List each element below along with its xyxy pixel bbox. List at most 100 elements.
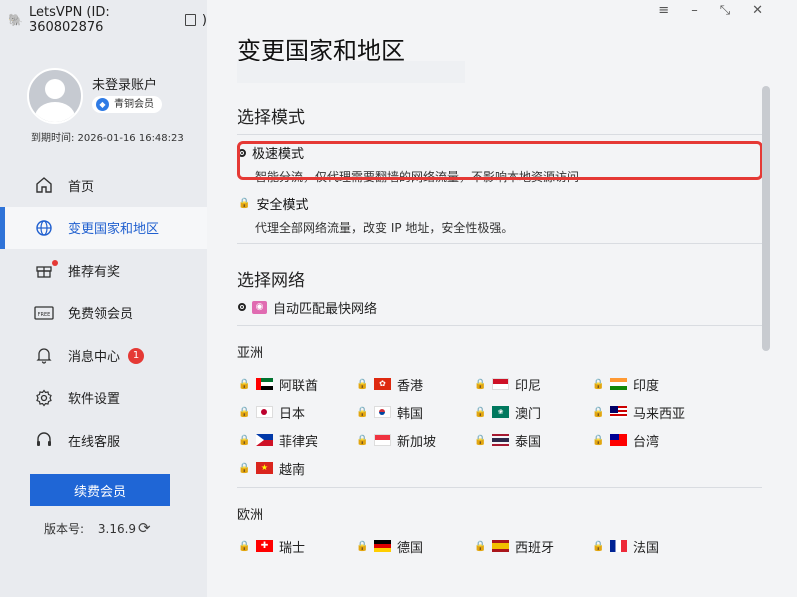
country-jp[interactable]: 🔒 日本 <box>238 402 305 422</box>
country-id[interactable]: 🔒 印尼 <box>474 374 541 394</box>
sidebar-item-referral[interactable]: 推荐有奖 <box>0 249 207 292</box>
country-th[interactable]: 🔒 泰国 <box>474 430 541 450</box>
country-ae[interactable]: 🔒 阿联酋 <box>238 374 318 394</box>
renew-membership-button[interactable]: 续费会员 <box>30 474 170 506</box>
divider <box>237 487 762 488</box>
sidebar-item-label: 推荐有奖 <box>68 264 121 280</box>
lock-icon: 🔒 <box>356 540 369 552</box>
sidebar-item-label: 免费领会员 <box>68 307 134 323</box>
country-name: 越南 <box>279 462 306 478</box>
app-title: LetsVPN (ID: 360802876 <box>28 5 110 35</box>
gear-icon <box>34 388 54 408</box>
country-tw[interactable]: 🔒 台湾 <box>592 430 659 450</box>
country-name: 阿联酋 <box>279 378 319 394</box>
lock-icon: 🔒 <box>356 406 369 418</box>
auto-network-label: 自动匹配最快网络 <box>273 301 378 317</box>
country-in[interactable]: 🔒 印度 <box>592 374 659 394</box>
country-mo[interactable]: 🔒 ❀ 澳门 <box>474 402 541 422</box>
headset-icon <box>34 430 54 450</box>
sidebar-item-change-region[interactable]: 变更国家和地区 <box>0 206 207 249</box>
flag-icon <box>256 434 273 446</box>
globe-icon <box>34 218 54 238</box>
country-ch[interactable]: 🔒 ✚ 瑞士 <box>238 536 305 556</box>
highlight-box <box>237 141 763 180</box>
version-info: 版本号: 3.16.9 <box>44 520 136 537</box>
sidebar-item-support[interactable]: 在线客服 <box>0 419 207 462</box>
sidebar-item-free-membership[interactable]: FREE 免费领会员 <box>0 292 207 335</box>
country-sg[interactable]: 🔒 新加坡 <box>356 430 436 450</box>
expiry-time: 到期时间: 2026-01-16 16:48:23 <box>31 133 184 144</box>
country-name: 德国 <box>397 540 424 556</box>
flag-icon: ✚ <box>256 540 273 552</box>
refresh-icon[interactable]: ⟳ <box>138 519 151 537</box>
network-section-title: 选择网络 <box>237 271 305 291</box>
lock-icon: 🔒 <box>474 406 487 418</box>
membership-badge: ◆ 青铜会员 <box>92 96 162 113</box>
auto-network-option[interactable]: ◉ 自动匹配最快网络 <box>238 297 377 317</box>
copy-icon[interactable] <box>185 14 196 26</box>
bell-icon <box>34 345 54 365</box>
username[interactable]: 未登录账户 <box>92 74 157 93</box>
flag-icon <box>610 378 627 390</box>
message-count-badge: 1 <box>128 348 144 364</box>
flag-icon <box>374 434 391 446</box>
diamond-icon: ◆ <box>96 98 109 111</box>
lock-icon: 🔒 <box>238 462 251 474</box>
country-es[interactable]: 🔒 西班牙 <box>474 536 554 556</box>
country-name: 菲律宾 <box>279 434 319 450</box>
country-ph[interactable]: 🔒 菲律宾 <box>238 430 318 450</box>
shrink-icon[interactable]: ⤡ <box>720 3 730 18</box>
lock-icon: 🔒 <box>592 540 605 552</box>
country-name: 法国 <box>633 540 660 556</box>
sidebar-item-home[interactable]: 首页 <box>0 164 207 207</box>
sidebar-item-label: 消息中心 <box>68 349 121 365</box>
country-name: 新加坡 <box>397 434 437 450</box>
close-icon[interactable]: ✕ <box>752 3 763 18</box>
country-name: 台湾 <box>633 434 660 450</box>
minimize-icon[interactable]: – <box>691 3 698 18</box>
scrollbar[interactable] <box>762 86 770 351</box>
avatar[interactable] <box>27 68 83 124</box>
country-kr[interactable]: 🔒 韩国 <box>356 402 423 422</box>
lock-icon: 🔒 <box>474 540 487 552</box>
lock-icon: 🔒 <box>356 434 369 446</box>
flag-icon: ❀ <box>492 406 509 418</box>
auto-network-icon: ◉ <box>252 300 267 314</box>
divider <box>237 243 762 244</box>
membership-label: 青铜会员 <box>114 99 154 110</box>
free-icon: FREE <box>34 303 54 323</box>
gift-icon <box>34 260 54 280</box>
menu-icon[interactable]: ≡ <box>658 3 669 18</box>
mode-section-title: 选择模式 <box>237 108 305 128</box>
notification-dot <box>52 260 58 266</box>
country-my[interactable]: 🔒 马来西亚 <box>592 402 685 422</box>
flag-icon: ★ <box>256 462 273 474</box>
sidebar-item-settings[interactable]: 软件设置 <box>0 377 207 420</box>
sidebar-item-messages[interactable]: 消息中心 1 <box>0 334 207 377</box>
country-hk[interactable]: 🔒 ✿ 香港 <box>356 374 423 394</box>
country-de[interactable]: 🔒 德国 <box>356 536 423 556</box>
lock-icon: 🔒 <box>474 378 487 390</box>
flag-icon <box>492 378 509 390</box>
radio-selected[interactable] <box>238 303 246 311</box>
mode-option-secure[interactable]: 🔒 安全模式 代理全部网络流量，改变 IP 地址，安全性极强。 <box>238 194 513 236</box>
divider <box>237 134 762 135</box>
version-value: 3.16.9 <box>97 522 137 536</box>
sidebar-item-label: 软件设置 <box>68 392 121 408</box>
flag-icon <box>610 540 627 552</box>
flag-icon <box>374 540 391 552</box>
flag-icon <box>256 378 273 390</box>
version-label: 版本号: <box>44 522 85 536</box>
country-fr[interactable]: 🔒 法国 <box>592 536 659 556</box>
lock-icon: 🔒 <box>592 406 605 418</box>
sidebar-item-label: 首页 <box>68 179 95 195</box>
lock-icon: 🔒 <box>238 378 251 390</box>
flag-icon <box>492 540 509 552</box>
country-name: 澳门 <box>515 406 542 422</box>
region-europe-title: 欧洲 <box>237 508 264 523</box>
country-vn[interactable]: 🔒 ★ 越南 <box>238 458 305 478</box>
svg-text:FREE: FREE <box>38 312 51 318</box>
lock-icon: 🔒 <box>238 198 251 209</box>
flag-icon <box>610 406 627 418</box>
lock-icon: 🔒 <box>592 378 605 390</box>
